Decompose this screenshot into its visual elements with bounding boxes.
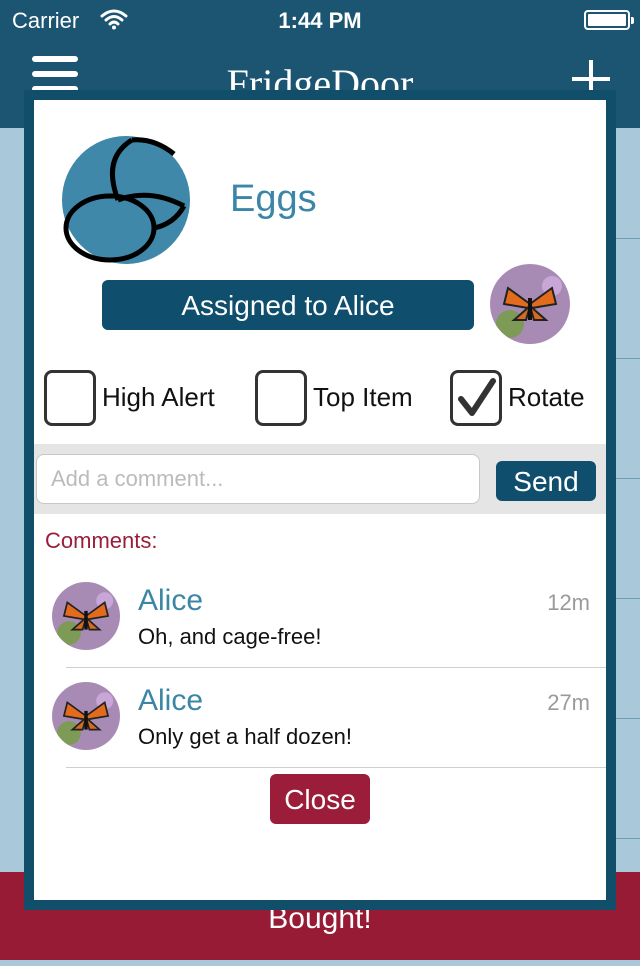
comment-compose-bar: Send — [34, 444, 606, 514]
assignee-avatar[interactable] — [490, 264, 570, 344]
clock: 1:44 PM — [278, 8, 362, 33]
comment-input[interactable] — [36, 454, 480, 504]
modal-card: Eggs Assigned to Alice High Alert Top It… — [34, 100, 606, 900]
comment-item: Alice 12m Oh, and cage-free! — [34, 568, 606, 668]
comment-timestamp: 12m — [547, 590, 590, 615]
send-button[interactable]: Send — [496, 461, 596, 501]
high-alert-checkbox[interactable] — [44, 370, 96, 426]
comment-timestamp: 27m — [547, 690, 590, 715]
comment-item: Alice 27m Only get a half dozen! — [34, 668, 606, 768]
assign-button[interactable]: Assigned to Alice — [102, 280, 474, 330]
comment-divider — [66, 767, 606, 768]
battery-icon — [584, 10, 634, 30]
status-bar: Carrier 1:44 PM — [0, 0, 640, 40]
high-alert-label: High Alert — [102, 382, 215, 412]
checkmark-icon — [458, 378, 496, 416]
top-item-label: Top Item — [313, 382, 413, 412]
comment-text: Only get a half dozen! — [138, 724, 353, 749]
close-button[interactable]: Close — [270, 774, 370, 824]
top-item-checkbox[interactable] — [255, 370, 307, 426]
comment-text: Oh, and cage-free! — [138, 624, 322, 649]
comment-author: Alice — [138, 584, 204, 617]
comment-avatar — [52, 682, 120, 750]
rotate-label: Rotate — [508, 382, 585, 412]
item-detail-modal: Eggs Assigned to Alice High Alert Top It… — [24, 90, 616, 910]
comment-author: Alice — [138, 684, 204, 717]
eggs-icon — [62, 136, 190, 264]
rotate-checkbox[interactable] — [450, 370, 502, 426]
comments-heading: Comments: — [45, 528, 158, 553]
item-name: Eggs — [230, 178, 317, 220]
options-row: High Alert Top Item Rotate — [34, 368, 606, 430]
comment-avatar — [52, 582, 120, 650]
